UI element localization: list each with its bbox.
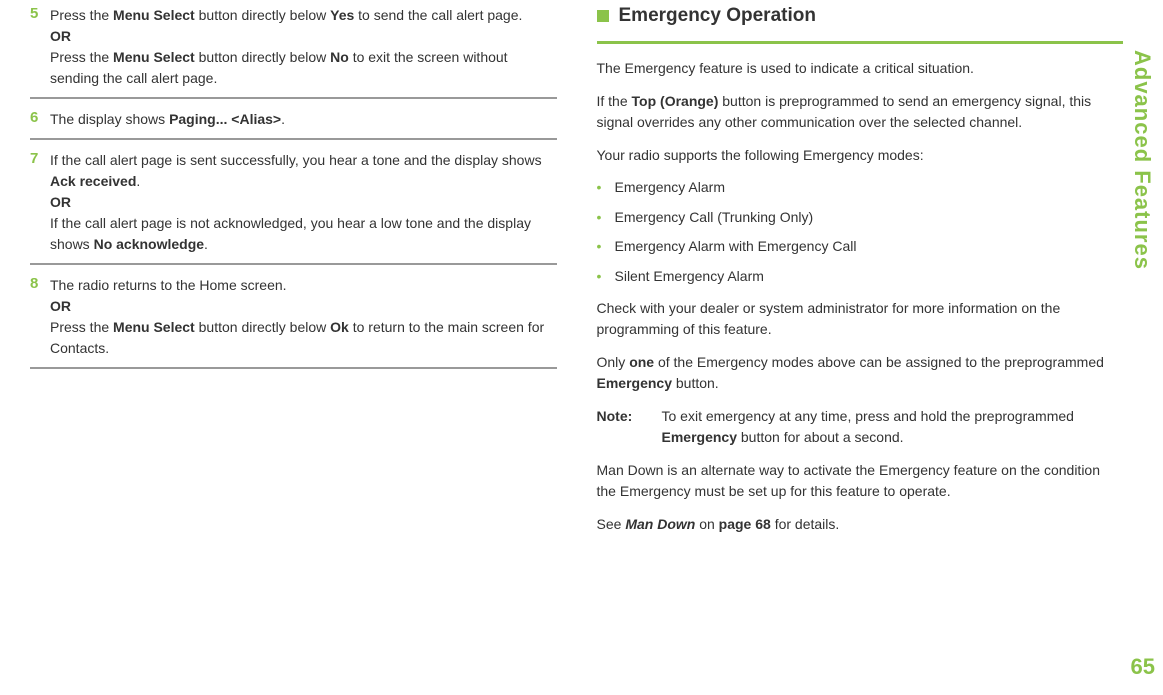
bullet-dot-icon: • <box>597 178 615 198</box>
bullet-item: • Emergency Alarm <box>597 178 1124 198</box>
bullet-dot-icon: • <box>597 267 615 287</box>
display-text: Ack received <box>50 173 136 189</box>
step-text: The radio returns to the Home screen. OR… <box>50 275 557 359</box>
text: button directly below <box>195 49 330 65</box>
step-number: 7 <box>30 150 50 255</box>
display-text: No acknowledge <box>94 236 204 252</box>
bullet-text: Emergency Alarm with Emergency Call <box>615 237 857 257</box>
text: button for about a second. <box>737 429 904 445</box>
display-text: Paging... <Alias> <box>169 111 281 127</box>
text: Press the <box>50 319 113 335</box>
note-text: To exit emergency at any time, press and… <box>662 406 1124 448</box>
text: The display shows <box>50 111 169 127</box>
text: See <box>597 516 626 532</box>
step-6: 6 The display shows Paging... <Alias>. <box>30 109 557 140</box>
or-text: OR <box>50 298 71 314</box>
text: . <box>136 173 140 189</box>
step-number: 6 <box>30 109 50 130</box>
or-text: OR <box>50 194 71 210</box>
text: . <box>204 236 208 252</box>
text: button directly below <box>195 7 330 23</box>
left-column: 5 Press the Menu Select button directly … <box>30 5 557 547</box>
step-8: 8 The radio returns to the Home screen. … <box>30 275 557 369</box>
step-7: 7 If the call alert page is sent success… <box>30 150 557 265</box>
paragraph: If the Top (Orange) button is preprogram… <box>597 91 1124 133</box>
paragraph: Man Down is an alternate way to activate… <box>597 460 1124 502</box>
text: button. <box>672 375 719 391</box>
bold-text: Menu Select <box>113 319 195 335</box>
paragraph: See Man Down on page 68 for details. <box>597 514 1124 535</box>
text: The radio returns to the Home screen. <box>50 277 287 293</box>
bullet-text: Emergency Alarm <box>615 178 725 198</box>
display-text: Ok <box>330 319 349 335</box>
bold-text: Menu Select <box>113 49 195 65</box>
text: To exit emergency at any time, press and… <box>662 408 1074 424</box>
text: If the <box>597 93 632 109</box>
step-text: Press the Menu Select button directly be… <box>50 5 557 89</box>
step-5: 5 Press the Menu Select button directly … <box>30 5 557 99</box>
bullet-text: Emergency Call (Trunking Only) <box>615 208 814 228</box>
page-number: 65 <box>1131 654 1155 680</box>
bullet-item: • Silent Emergency Alarm <box>597 267 1124 287</box>
bullet-item: • Emergency Alarm with Emergency Call <box>597 237 1124 257</box>
bullet-dot-icon: • <box>597 208 615 228</box>
text: Press the <box>50 49 113 65</box>
step-text: The display shows Paging... <Alias>. <box>50 109 557 130</box>
bold-text: Top (Orange) <box>632 93 719 109</box>
text: for details. <box>771 516 839 532</box>
side-label: Advanced Features <box>1129 50 1155 270</box>
text: button directly below <box>195 319 330 335</box>
step-number: 5 <box>30 5 50 89</box>
paragraph: The Emergency feature is used to indicat… <box>597 58 1124 79</box>
text: on <box>695 516 718 532</box>
bullet-dot-icon: • <box>597 237 615 257</box>
bold-italic-text: Man Down <box>625 516 695 532</box>
section-header: Emergency Operation <box>597 5 1124 27</box>
text: of the Emergency modes above can be assi… <box>654 354 1104 370</box>
bold-text: one <box>629 354 654 370</box>
text: Press the <box>50 7 113 23</box>
text: . <box>281 111 285 127</box>
text: Only <box>597 354 630 370</box>
bold-text: page 68 <box>719 516 771 532</box>
display-text: No <box>330 49 349 65</box>
right-column: Emergency Operation The Emergency featur… <box>597 5 1124 547</box>
step-text: If the call alert page is sent successfu… <box>50 150 557 255</box>
step-number: 8 <box>30 275 50 359</box>
display-text: Yes <box>330 7 354 23</box>
text: to send the call alert page. <box>354 7 522 23</box>
bold-text: Menu Select <box>113 7 195 23</box>
bullet-list: • Emergency Alarm • Emergency Call (Trun… <box>597 178 1124 286</box>
section-title: Emergency Operation <box>619 5 816 27</box>
note-block: Note: To exit emergency at any time, pre… <box>597 406 1124 448</box>
paragraph: Your radio supports the following Emerge… <box>597 145 1124 166</box>
paragraph: Check with your dealer or system adminis… <box>597 298 1124 340</box>
text: If the call alert page is sent successfu… <box>50 152 542 168</box>
bullet-text: Silent Emergency Alarm <box>615 267 764 287</box>
bold-text: Emergency <box>597 375 672 391</box>
bullet-item: • Emergency Call (Trunking Only) <box>597 208 1124 228</box>
section-square-icon <box>597 10 609 22</box>
bold-text: Emergency <box>662 429 737 445</box>
section-divider <box>597 41 1124 44</box>
paragraph: Only one of the Emergency modes above ca… <box>597 352 1124 394</box>
or-text: OR <box>50 28 71 44</box>
note-label: Note: <box>597 406 662 448</box>
